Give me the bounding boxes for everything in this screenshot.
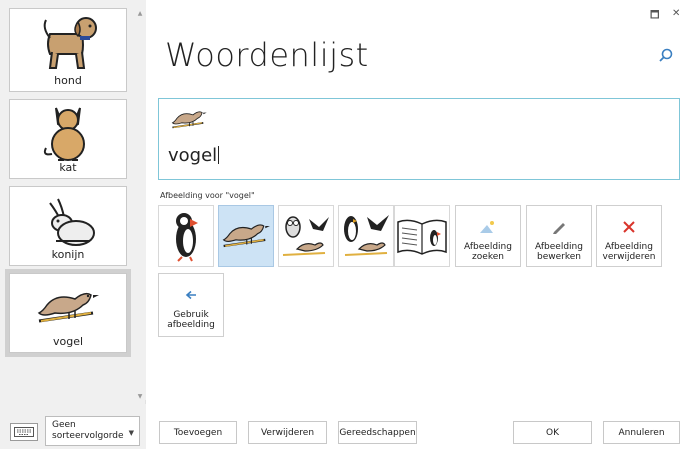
sidebar-scrollbar[interactable]: ▲ ▼ (134, 0, 146, 400)
sidebar-item-label: kat (59, 161, 77, 174)
delete-image-label: Afbeelding verwijderen (602, 242, 656, 262)
scroll-down-icon[interactable]: ▼ (134, 393, 146, 400)
word-list: hond kat konijn vogel (0, 0, 134, 400)
add-button[interactable]: Toevoegen (159, 421, 237, 444)
rabbit-icon (10, 191, 126, 251)
sidebar: hond kat konijn vogel ▲ ▼ Geen sorteervo… (0, 0, 146, 449)
bird-icon (169, 105, 209, 139)
search-icon (659, 48, 673, 62)
word-entry-box[interactable]: vogel (158, 98, 680, 180)
remove-button[interactable]: Verwijderen (248, 421, 327, 444)
arrow-left-icon (159, 287, 223, 303)
chevron-down-icon: ▼ (128, 429, 134, 437)
scroll-up-icon[interactable]: ▲ (134, 10, 146, 17)
sidebar-item-hond[interactable]: hond (9, 8, 127, 92)
page-title: Woordenlijst (165, 36, 369, 74)
search-button[interactable] (658, 48, 676, 66)
bird-icon (10, 278, 126, 338)
ok-button[interactable]: OK (513, 421, 592, 444)
tools-button[interactable]: Gereedschappen (338, 421, 417, 444)
sort-order-value: Geen sorteervolgorde (52, 420, 124, 441)
use-image-label: Gebruik afbeelding (167, 310, 215, 330)
image-option-birds-group[interactable] (278, 205, 334, 267)
cat-icon (10, 104, 126, 164)
sidebar-item-kat[interactable]: kat (9, 99, 127, 179)
sidebar-item-vogel[interactable]: vogel (9, 273, 127, 353)
sidebar-item-label: konijn (51, 248, 85, 261)
image-caption: Afbeelding voor "vogel" (160, 191, 255, 200)
puffin-icon (176, 213, 198, 262)
search-image-label: Afbeelding zoeken (464, 242, 512, 262)
restore-icon: 🗖 (650, 10, 660, 21)
search-image-button[interactable]: Afbeelding zoeken (455, 205, 521, 267)
sidebar-item-label: vogel (52, 335, 84, 348)
image-option-bird-book[interactable] (394, 205, 450, 267)
bird-book-icon (397, 219, 447, 255)
cancel-button[interactable]: Annuleren (603, 421, 680, 444)
sidebar-item-label: hond (54, 74, 82, 87)
penguin-birds-icon (344, 215, 389, 256)
image-search-icon (456, 219, 520, 235)
edit-image-label: Afbeelding bewerken (535, 242, 583, 262)
bird-icon (222, 224, 270, 248)
word-input[interactable]: vogel (168, 145, 219, 166)
image-option-penguin-birds[interactable] (338, 205, 394, 267)
birds-group-icon (282, 216, 329, 256)
image-option-bird[interactable] (218, 205, 274, 267)
delete-icon (597, 219, 661, 235)
edit-image-button[interactable]: Afbeelding bewerken (526, 205, 592, 267)
close-icon: ✕ (672, 8, 681, 19)
close-button[interactable]: ✕ (672, 8, 680, 19)
image-option-puffin[interactable] (158, 205, 214, 267)
keyboard-button[interactable] (10, 423, 38, 441)
sidebar-item-konijn[interactable]: konijn (9, 186, 127, 266)
sort-order-select[interactable]: Geen sorteervolgorde ▼ (45, 416, 140, 446)
use-image-button[interactable]: Gebruik afbeelding (158, 273, 224, 337)
keyboard-icon (14, 427, 34, 437)
dog-icon (10, 13, 126, 73)
sidebar-footer: Geen sorteervolgorde ▼ (0, 404, 146, 449)
delete-image-button[interactable]: Afbeelding verwijderen (596, 205, 662, 267)
pencil-icon (527, 219, 591, 235)
restore-button[interactable]: 🗖 (650, 8, 660, 25)
